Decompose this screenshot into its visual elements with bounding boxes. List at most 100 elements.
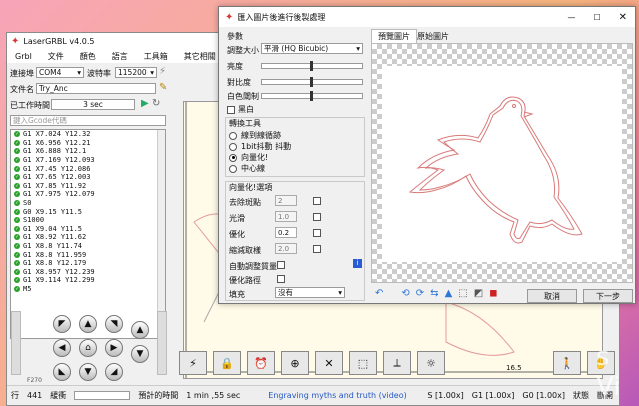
menu-color[interactable]: 顏色 (80, 51, 96, 62)
gcode-line[interactable]: ✓ G1 X6.888 Y12.1 (11, 147, 165, 156)
g1-override[interactable]: G1 [1.00x] (472, 391, 515, 400)
optimize-checkbox[interactable] (313, 229, 321, 237)
option-line-to-line[interactable]: 線到線循跡 (229, 130, 281, 141)
optimize-path-checkbox[interactable] (277, 275, 285, 283)
tab-original[interactable]: 原始圖片 (411, 29, 455, 43)
blink-button[interactable]: ☼ (417, 351, 445, 375)
gcode-line[interactable]: ✓ S0 (11, 199, 165, 208)
option-centerline[interactable]: 中心線 (229, 163, 265, 174)
menu-grbl[interactable]: Grbl (15, 52, 32, 61)
downsample-checkbox[interactable] (313, 245, 321, 253)
gcode-line[interactable]: ✓ G1 X7.169 Y12.093 (11, 156, 165, 165)
gcode-line[interactable]: ✓ G1 X7.45 Y12.086 (11, 164, 165, 173)
gcode-line[interactable]: ✓ G1 X7.65 Y12.003 (11, 173, 165, 182)
reset-button[interactable]: ⚡ (179, 351, 207, 375)
slider-thumb[interactable] (310, 61, 313, 71)
gcode-list[interactable]: ✓ G1 X7.024 Y12.32 ✓ G1 X6.956 Y12.21 ✓ G1 X6… (10, 129, 166, 339)
slider-thumb[interactable] (310, 91, 313, 101)
resize-select[interactable]: 平滑 (HQ Bicubic) ▾ (261, 43, 363, 54)
corner-button[interactable]: ✕ (315, 351, 343, 375)
open-file-icon[interactable]: ✎ (159, 82, 167, 93)
info-icon[interactable]: i (353, 259, 362, 268)
option-vectorize[interactable]: 向量化! (229, 152, 268, 163)
jog-right-button[interactable]: ▶ (105, 339, 123, 357)
rotate-icon[interactable]: ↶ (375, 288, 383, 299)
cancel-button[interactable]: 取消 (527, 289, 577, 303)
radio-selected[interactable] (229, 153, 237, 162)
gcode-line[interactable]: ✓ G0 X9.15 Y11.5 (11, 207, 165, 216)
menu-tools[interactable]: 工具箱 (144, 51, 168, 62)
color-icon[interactable]: ◼ (489, 288, 497, 299)
slider-thumb[interactable] (310, 77, 313, 87)
crop-icon[interactable]: ⬚ (458, 288, 467, 299)
menu-language[interactable]: 語言 (112, 51, 128, 62)
baud-select[interactable]: 115200 ▾ (115, 67, 157, 78)
home-button[interactable]: ⌂ (79, 339, 97, 357)
despeckle-checkbox[interactable] (313, 197, 321, 205)
gcode-line[interactable]: ✓ G1 X8.8 Y11.959 (11, 250, 165, 259)
next-button[interactable]: 下一步 (583, 289, 633, 303)
news-link[interactable]: Engraving myths and truth (video) (268, 391, 406, 400)
frame-button[interactable]: ⬚ (349, 351, 377, 375)
center-button[interactable]: ⊕ (281, 351, 309, 375)
radio[interactable] (229, 131, 237, 140)
maximize-icon[interactable]: ☐ (593, 13, 600, 22)
jog-z-up-button[interactable]: ▲ (131, 321, 149, 339)
radio[interactable] (229, 164, 237, 173)
walk-button[interactable]: 🚶 (553, 351, 581, 375)
smooth-spinner[interactable]: 1.0 (275, 211, 297, 222)
jog-se-button[interactable]: ◢ (105, 363, 123, 381)
contrast-slider[interactable] (261, 77, 363, 87)
jog-nw-button[interactable]: ◤ (53, 315, 71, 333)
jog-ne-button[interactable]: ◥ (105, 315, 123, 333)
minimize-icon[interactable]: — (567, 13, 575, 22)
gcode-line[interactable]: ✓ M5 (11, 285, 165, 294)
gcode-line[interactable]: ✓ G1 X7.85 Y11.92 (11, 182, 165, 191)
gcode-line[interactable]: ✓ G1 X7.975 Y12.079 (11, 190, 165, 199)
connect-icon[interactable]: ⚡ (159, 66, 166, 77)
gcode-line[interactable]: ✓ G1 X8.92 Y11.62 (11, 233, 165, 242)
radio[interactable] (229, 142, 237, 151)
focus-button[interactable]: ⟂ (383, 351, 411, 375)
brightness-slider[interactable] (261, 61, 363, 71)
g0-override[interactable]: G0 [1.00x] (522, 391, 565, 400)
port-select[interactable]: COM4 ▾ (36, 67, 84, 78)
file-field[interactable]: Try_Anc (36, 83, 156, 94)
downsample-spinner[interactable]: 2.0 (275, 243, 297, 254)
auto-adjust-checkbox[interactable] (277, 261, 285, 269)
gcode-line[interactable]: ✓ G1 X8.8 Y12.179 (11, 259, 165, 268)
speed-slider[interactable] (11, 311, 21, 375)
jog-left-button[interactable]: ◀ (53, 339, 71, 357)
checkbox[interactable] (227, 105, 235, 114)
despeckle-spinner[interactable]: 2 (275, 195, 297, 206)
menu-file[interactable]: 文件 (48, 51, 64, 62)
loop-icon[interactable]: ↻ (152, 98, 160, 109)
rotate-cw-icon[interactable]: ⟳ (416, 288, 424, 299)
gcode-line[interactable]: ✓ G1 X9.114 Y12.299 (11, 276, 165, 285)
jog-down-button[interactable]: ▼ (79, 363, 97, 381)
gcode-line[interactable]: ✓ G1 X8.8 Y11.74 (11, 242, 165, 251)
grayscale-checkbox[interactable]: 黑白 (227, 104, 254, 115)
optimize-spinner[interactable]: 0.2 (275, 227, 297, 238)
close-icon[interactable]: ✕ (619, 12, 627, 23)
white-clip-slider[interactable] (261, 91, 363, 101)
gcode-input[interactable]: 鍵入Gcode代碼 (10, 115, 166, 126)
option-1bit[interactable]: 1bit抖動 抖動 (229, 141, 291, 152)
jog-z-down-button[interactable]: ▼ (131, 345, 149, 363)
gcode-line[interactable]: ✓ G1 X8.957 Y12.239 (11, 268, 165, 277)
gcode-line[interactable]: ✓ G1 X6.956 Y12.21 (11, 139, 165, 148)
flip-h-icon[interactable]: ⇆ (430, 288, 438, 299)
unlock-button[interactable]: 🔒 (213, 351, 241, 375)
gcode-line[interactable]: ✓ G1 X7.024 Y12.32 (11, 130, 165, 139)
invert-icon[interactable]: ◩ (474, 288, 483, 299)
fill-select[interactable]: 沒有 ▾ (275, 287, 345, 298)
menu-other[interactable]: 其它相關 (184, 51, 216, 62)
s-override[interactable]: S [1.00x] (427, 391, 463, 400)
alarm-button[interactable]: ⏰ (247, 351, 275, 375)
gcode-line[interactable]: ✓ G1 X9.04 Y11.5 (11, 225, 165, 234)
jog-sw-button[interactable]: ◣ (53, 363, 71, 381)
smooth-checkbox[interactable] (313, 213, 321, 221)
gcode-line[interactable]: ✓ S1000 (11, 216, 165, 225)
rotate-ccw-icon[interactable]: ⟲ (401, 288, 409, 299)
flip-v-icon[interactable]: ▲ (445, 288, 453, 299)
